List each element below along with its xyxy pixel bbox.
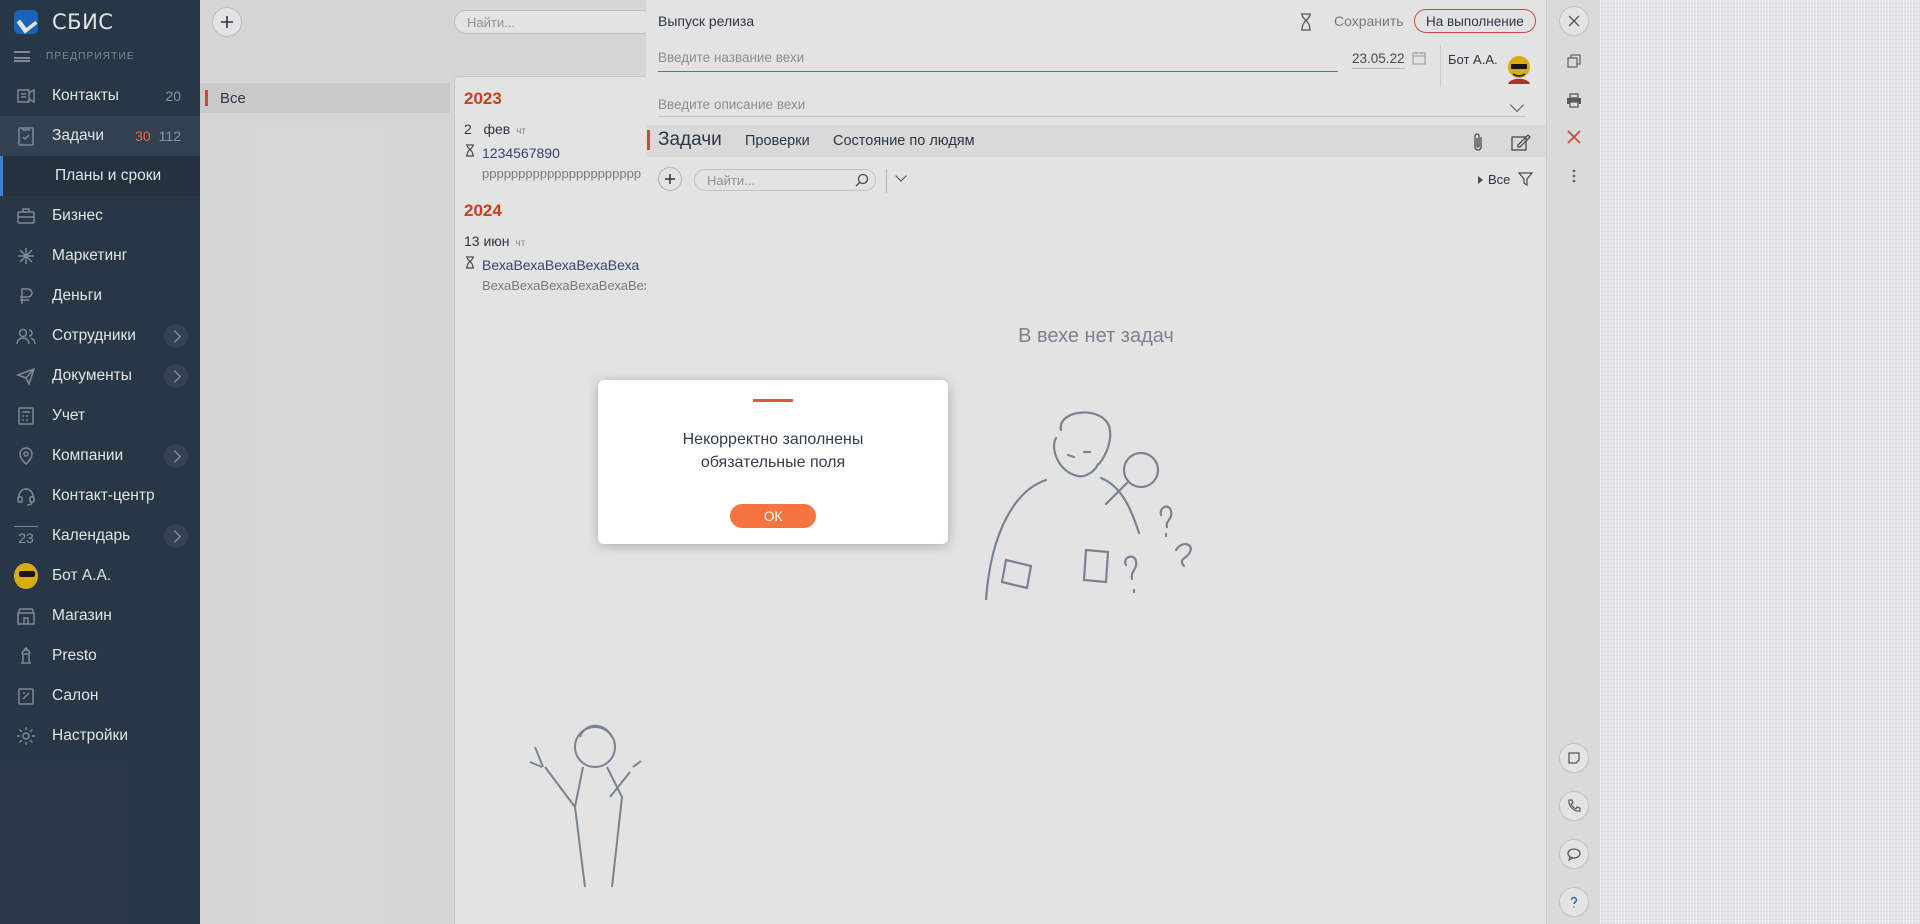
error-dialog: Некорректно заполнены обязательные поля … bbox=[598, 380, 948, 544]
dialog-accent-line bbox=[753, 399, 793, 402]
dialog-message-line2: обязательные поля bbox=[700, 454, 846, 471]
dialog-message: Некорректно заполнены обязательные поля bbox=[598, 428, 948, 474]
background-texture bbox=[1600, 0, 1920, 924]
ok-button[interactable]: ОК bbox=[730, 504, 816, 528]
dialog-message-line1: Некорректно заполнены bbox=[682, 431, 864, 448]
